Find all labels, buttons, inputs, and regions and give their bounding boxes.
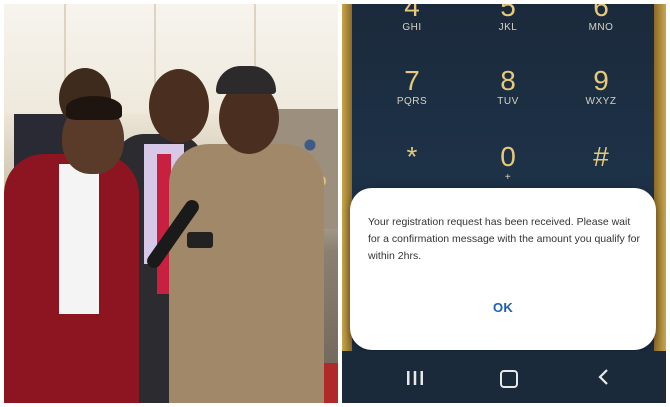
key-digit: * [406,141,418,172]
key-star[interactable]: * [377,142,447,172]
key-digit: 8 [500,65,516,96]
key-letters: TUV [497,96,519,107]
key-6[interactable]: 6 MNO [566,4,636,33]
key-letters: PQRS [396,96,428,107]
phone-screen: 4 GHI 5 JKL 6 MNO 7 PQRS 8 TUV 9 WXYZ * … [342,4,666,403]
person-center-head [149,69,209,143]
key-letters: GHI [402,22,422,33]
dialog-message: Your registration request has been recei… [368,216,640,262]
key-8[interactable]: 8 TUV [473,65,543,108]
key-hash[interactable]: # [566,142,636,172]
key-digit: 6 [593,4,609,22]
registration-dialog: Your registration request has been recei… [350,188,656,350]
key-digit: # [593,141,609,172]
navigation-bar [342,351,666,403]
recent-apps-icon[interactable] [400,367,430,391]
back-icon[interactable] [588,367,618,391]
key-4[interactable]: 4 GHI [377,4,447,33]
person-left-hair [66,96,122,120]
key-digit: 9 [593,65,609,96]
ok-button[interactable]: OK [350,300,656,315]
person-right-body [169,144,324,403]
key-7[interactable]: 7 PQRS [377,65,447,108]
key-5[interactable]: 5 JKL [473,4,543,33]
key-digit: 7 [404,65,420,96]
person-left-shirt [59,164,99,314]
key-digit: 4 [404,4,420,22]
key-letters: MNO [588,22,614,33]
home-icon[interactable] [494,367,524,391]
key-letters: + [504,172,512,183]
key-letters: JKL [498,22,518,33]
key-digit: 0 [500,141,516,172]
key-9[interactable]: 9 WXYZ [566,65,636,108]
key-digit: 5 [500,4,516,22]
held-phone [187,232,213,248]
key-letters: WXYZ [585,96,617,107]
key-0[interactable]: 0 + [473,141,543,184]
event-photo [4,4,338,403]
phone-bezel-right [654,4,666,403]
